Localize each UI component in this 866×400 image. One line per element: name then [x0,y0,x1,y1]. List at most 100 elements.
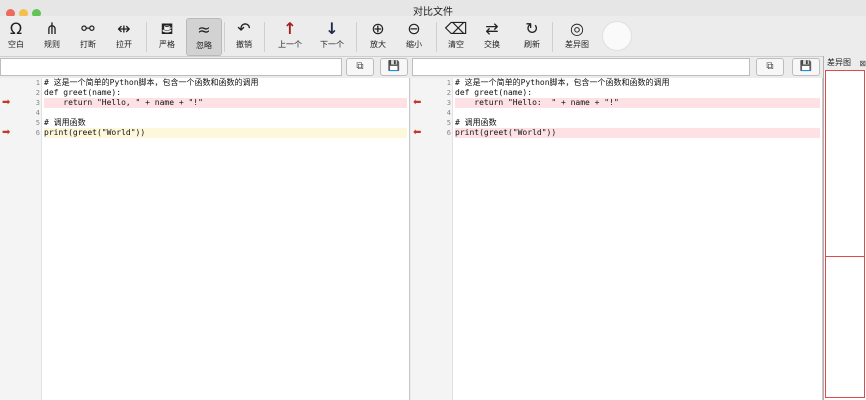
line-number: 4 [35,109,40,117]
strict-label: 严格 [159,40,175,49]
code-line: 5 # 调用函数 [0,118,409,128]
ignore-button[interactable]: ≈ 忽略 [186,18,222,56]
blank-circle-button[interactable] [602,21,632,51]
webcam-icon: ◎ [570,19,584,38]
diff-map-label: 差异图 [565,40,589,49]
zoom-out-icon: ⊖ [407,19,421,38]
diff-map-panel: 差异图 ⊠ [823,56,866,400]
code-line: 5 # 调用函数 [411,118,822,128]
left-path-input[interactable] [0,58,342,76]
zoom-in-button[interactable]: ⊕ 放大 [364,18,392,54]
right-path-bar: ⧉ 💾 [412,58,822,77]
undo-label: 撤销 [236,40,252,49]
code-line: 1 # 这是一个简单的Python脚本，包含一个函数和函数的调用 [411,78,822,88]
clear-button[interactable]: ⌫ 清空 [442,18,470,54]
whitespace-button[interactable]: Ω 空白 [2,18,30,54]
toolbar-divider [224,22,225,52]
rules-button[interactable]: ⋔ 规则 [38,18,66,54]
previous-diff-button[interactable]: ↑ 上一个 [274,18,306,54]
line-number: 3 [35,99,40,107]
strict-button[interactable]: ⛾ 严格 [152,18,182,54]
line-number: 6 [35,129,40,137]
code-line: 2 def greet(name): [0,88,409,98]
code-text: print(greet("World")) [44,128,407,138]
arrow-left-icon[interactable]: ⬅ [413,128,421,138]
arrow-left-icon[interactable]: ⬅ [413,98,421,108]
code-text: # 调用函数 [455,118,497,127]
diff-map-button[interactable]: ◎ 差异图 [560,18,594,54]
toolbar-divider [552,22,553,52]
code-line-current: ➡ 6 print(greet("World")) [0,128,409,138]
line-number: 3 [446,99,451,107]
diff-map-viewport[interactable] [825,70,865,398]
whitespace-label: 空白 [8,40,24,49]
line-number: 4 [446,109,451,117]
left-editor-pane[interactable]: 1 # 这是一个简单的Python脚本，包含一个函数和函数的调用 2 def gre… [0,78,410,400]
left-path-bar: ⧉ 💾 [0,58,410,77]
diff-map-header: 差异图 ⊠ [824,56,866,70]
code-line-changed: ⬅ 6 print(greet("World")) [411,128,822,138]
right-editor-pane[interactable]: 1 # 这是一个简单的Python脚本，包含一个函数和函数的调用 2 def gre… [411,78,823,400]
copy-icon: ⧉ [356,61,364,72]
strict-icon: ⛾ [160,19,174,38]
swap-button[interactable]: ⇄ 交换 [478,18,506,54]
line-number: 2 [446,89,451,97]
rules-label: 规则 [44,40,60,49]
arrow-right-icon[interactable]: ➡ [2,128,10,138]
code-text: def greet(name): [44,88,122,97]
undo-button[interactable]: ↶ 撤销 [230,18,258,54]
toolbar-divider [436,22,437,52]
code-text: # 这是一个简单的Python脚本，包含一个函数和函数的调用 [455,78,670,87]
copy-icon: ⧉ [766,61,774,72]
arrow-up-icon: ↑ [283,19,297,38]
refresh-button[interactable]: ↻ 刷新 [518,18,546,54]
save-icon: 💾 [799,61,813,72]
break-button[interactable]: ⚯ 打断 [74,18,102,54]
omega-icon: Ω [9,19,23,38]
expand-button[interactable]: ⇹ 拉开 [110,18,138,54]
diff-map-title: 差异图 [827,58,851,67]
clear-label: 清空 [448,40,464,49]
arrow-down-icon: ↓ [325,19,339,38]
code-line: 2 def greet(name): [411,88,822,98]
zoom-in-label: 放大 [370,40,386,49]
left-copy-button[interactable]: ⧉ [346,58,374,76]
zoom-in-icon: ⊕ [371,19,385,38]
toolbar: Ω 空白 ⋔ 规则 ⚯ 打断 ⇹ 拉开 ⛾ 严格 ≈ 忽略 ↶ 撤销 ↑ 上一个 ↓ 下一个 ⊕ 放… [0,16,866,57]
right-save-button[interactable]: 💾 [792,58,820,76]
refresh-icon: ↻ [525,19,539,38]
code-line: 4 [0,108,409,118]
swap-label: 交换 [484,40,500,49]
break-link-icon: ⚯ [81,19,95,38]
code-text: # 调用函数 [44,118,86,127]
code-line: 4 [411,108,822,118]
line-number: 5 [35,119,40,127]
line-number: 5 [446,119,451,127]
close-icon[interactable]: ⊠ [859,57,866,71]
line-number: 6 [446,129,451,137]
refresh-label: 刷新 [524,40,540,49]
zoom-out-label: 缩小 [406,40,422,49]
line-number: 2 [35,89,40,97]
swap-icon: ⇄ [485,19,499,38]
line-number: 1 [35,79,40,87]
code-line: 1 # 这是一个简单的Python脚本，包含一个函数和函数的调用 [0,78,409,88]
right-copy-button[interactable]: ⧉ [756,58,784,76]
zoom-out-button[interactable]: ⊖ 缩小 [400,18,428,54]
next-label: 下一个 [320,40,344,49]
code-text: def greet(name): [455,88,533,97]
undo-icon: ↶ [237,19,251,38]
expand-icon: ⇹ [117,19,131,38]
arrow-right-icon[interactable]: ➡ [2,98,10,108]
rules-icon: ⋔ [45,19,59,38]
previous-label: 上一个 [278,40,302,49]
next-diff-button[interactable]: ↓ 下一个 [316,18,348,54]
toolbar-divider [356,22,357,52]
code-line-changed: ➡ 3 return "Hello, " + name + "!" [0,98,409,108]
ignore-label: 忽略 [196,41,212,50]
code-text: return "Hello, " + name + "!" [44,98,407,108]
save-icon: 💾 [387,61,401,72]
right-path-input[interactable] [412,58,750,76]
title-bar: 对比文件 [0,0,866,18]
left-save-button[interactable]: 💾 [380,58,408,76]
